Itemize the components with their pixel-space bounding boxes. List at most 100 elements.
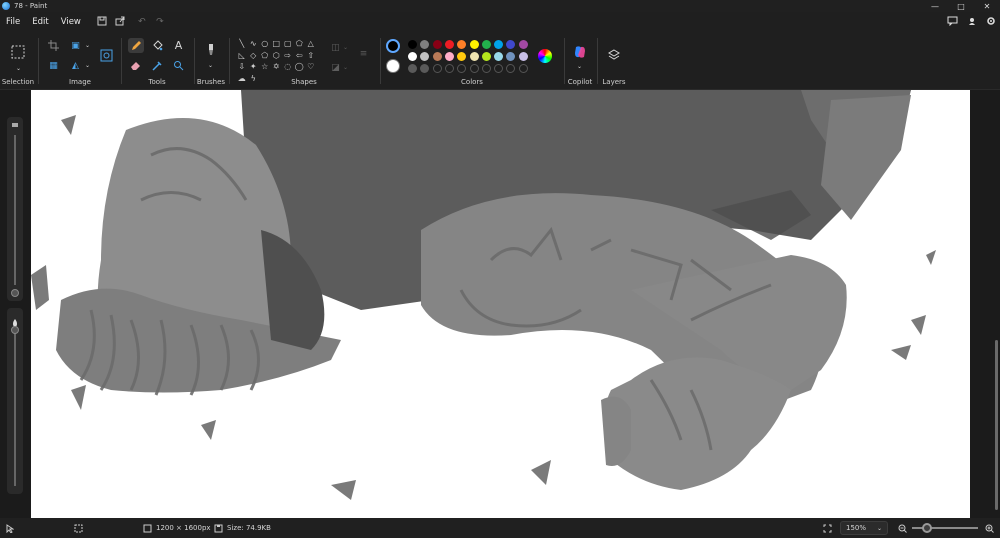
redo-icon[interactable]: ↷ (151, 17, 169, 27)
star-four-shape-icon[interactable]: ✦ (248, 61, 260, 73)
empty-color-slot[interactable] (457, 64, 467, 73)
empty-color-slot[interactable] (469, 64, 479, 73)
pentagon-shape-icon[interactable]: ⬠ (259, 50, 271, 62)
color-swatch[interactable] (506, 52, 516, 61)
arrow-up-shape-icon[interactable]: ⇧ (305, 50, 317, 62)
brush-icon[interactable] (203, 42, 218, 57)
chevron-down-icon[interactable]: ⌄ (80, 58, 95, 73)
oval-shape-icon[interactable]: ○ (259, 38, 271, 50)
edit-colors-icon[interactable] (538, 49, 552, 63)
fill-bucket-icon[interactable] (150, 38, 165, 53)
share-icon[interactable] (111, 16, 129, 29)
chevron-down-icon[interactable]: ⌄ (203, 58, 218, 73)
diamond-shape-icon[interactable]: ◇ (248, 50, 260, 62)
color-swatch[interactable] (518, 52, 528, 61)
secondary-color-swatch[interactable] (386, 59, 400, 73)
chevron-down-icon[interactable]: ⌄ (338, 60, 353, 75)
color-swatch[interactable] (469, 40, 479, 49)
color-swatch[interactable] (469, 52, 479, 61)
selection-icon[interactable] (10, 44, 26, 60)
line-shape-icon[interactable]: ╲ (236, 38, 248, 50)
color-swatch[interactable] (457, 52, 467, 61)
right-triangle-shape-icon[interactable]: ◺ (236, 50, 248, 62)
color-swatch[interactable] (506, 40, 516, 49)
brush-size-slider[interactable] (7, 117, 23, 301)
save-icon[interactable] (93, 16, 111, 29)
stroke-size-icon[interactable]: ≡ (356, 46, 371, 61)
star-five-shape-icon[interactable]: ☆ (259, 61, 271, 73)
color-swatch[interactable] (432, 40, 442, 49)
color-swatch[interactable] (420, 52, 430, 61)
close-button[interactable]: ✕ (974, 0, 1000, 12)
heart-shape-icon[interactable]: ♡ (305, 61, 317, 73)
eraser-icon[interactable] (128, 58, 143, 73)
chevron-down-icon[interactable]: ⌄ (572, 59, 587, 74)
curve-shape-icon[interactable]: ∿ (248, 38, 260, 50)
feedback-icon[interactable] (947, 16, 958, 29)
triangle-shape-icon[interactable]: △ (305, 38, 317, 50)
zoom-out-icon[interactable] (898, 524, 907, 533)
remove-background-icon[interactable]: ▦ (46, 58, 61, 73)
empty-color-slot[interactable] (494, 64, 504, 73)
zoom-slider-thumb[interactable] (922, 523, 932, 533)
color-picker-icon[interactable] (150, 58, 165, 73)
vertical-scrollbar[interactable] (995, 340, 998, 510)
crop-icon[interactable] (46, 38, 61, 53)
color-swatch[interactable] (481, 52, 491, 61)
arrow-right-shape-icon[interactable]: ⇨ (282, 50, 294, 62)
slider-thumb[interactable] (11, 289, 19, 297)
zoom-in-icon[interactable] (985, 524, 994, 533)
hexagon-shape-icon[interactable]: ⬡ (271, 50, 283, 62)
opacity-slider[interactable] (7, 308, 23, 494)
chevron-down-icon[interactable]: ⌄ (338, 40, 353, 55)
menu-edit[interactable]: Edit (26, 17, 54, 27)
cloud-shape-icon[interactable]: ☁ (236, 73, 248, 85)
minimize-button[interactable]: — (922, 0, 948, 12)
color-swatch[interactable] (457, 40, 467, 49)
pencil-icon[interactable] (128, 38, 144, 53)
menu-view[interactable]: View (55, 17, 87, 27)
empty-color-slot[interactable] (432, 64, 442, 73)
settings-gear-icon[interactable] (986, 16, 996, 29)
maximize-button[interactable]: □ (948, 0, 974, 12)
color-swatch[interactable] (494, 52, 504, 61)
empty-color-slot[interactable] (518, 64, 528, 73)
empty-color-slot[interactable] (506, 64, 516, 73)
color-swatch[interactable] (444, 40, 454, 49)
lightning-shape-icon[interactable]: ϟ (248, 73, 260, 85)
layers-icon[interactable] (606, 47, 621, 62)
arrow-left-shape-icon[interactable]: ⇦ (294, 50, 306, 62)
image-creator-icon[interactable] (98, 47, 114, 63)
color-swatch[interactable] (420, 64, 430, 73)
color-swatch[interactable] (494, 40, 504, 49)
rounded-rectangle-shape-icon[interactable]: ▢ (282, 38, 294, 50)
chevron-down-icon[interactable]: ⌄ (80, 38, 95, 53)
undo-icon[interactable]: ↶ (133, 17, 151, 27)
slider-thumb[interactable] (11, 326, 19, 334)
empty-color-slot[interactable] (444, 64, 454, 73)
color-swatch[interactable] (444, 52, 454, 61)
zoom-dropdown[interactable]: 150% ⌄ (840, 521, 888, 535)
color-swatch[interactable] (481, 40, 491, 49)
color-swatch[interactable] (408, 52, 417, 61)
color-swatch[interactable] (432, 52, 442, 61)
star-six-shape-icon[interactable]: ✡ (271, 61, 283, 73)
fit-to-window-icon[interactable] (823, 524, 832, 533)
account-icon[interactable] (968, 17, 976, 28)
arrow-down-shape-icon[interactable]: ⇩ (236, 61, 248, 73)
menu-file[interactable]: File (0, 17, 26, 27)
drawing-canvas[interactable] (31, 90, 970, 518)
text-icon[interactable]: A (171, 38, 186, 53)
polygon-shape-icon[interactable]: ⬠ (294, 38, 306, 50)
color-swatch[interactable] (420, 40, 430, 49)
rectangle-shape-icon[interactable]: □ (271, 38, 283, 50)
color-swatch[interactable] (518, 40, 528, 49)
copilot-icon[interactable] (572, 44, 588, 60)
callout-rounded-shape-icon[interactable]: ◌ (282, 61, 294, 73)
primary-color-swatch[interactable] (386, 39, 400, 53)
empty-color-slot[interactable] (481, 64, 491, 73)
color-swatch[interactable] (408, 40, 417, 49)
callout-oval-shape-icon[interactable]: ◯ (294, 61, 306, 73)
magnifier-icon[interactable] (171, 58, 186, 73)
chevron-down-icon[interactable]: ⌄ (11, 61, 26, 76)
